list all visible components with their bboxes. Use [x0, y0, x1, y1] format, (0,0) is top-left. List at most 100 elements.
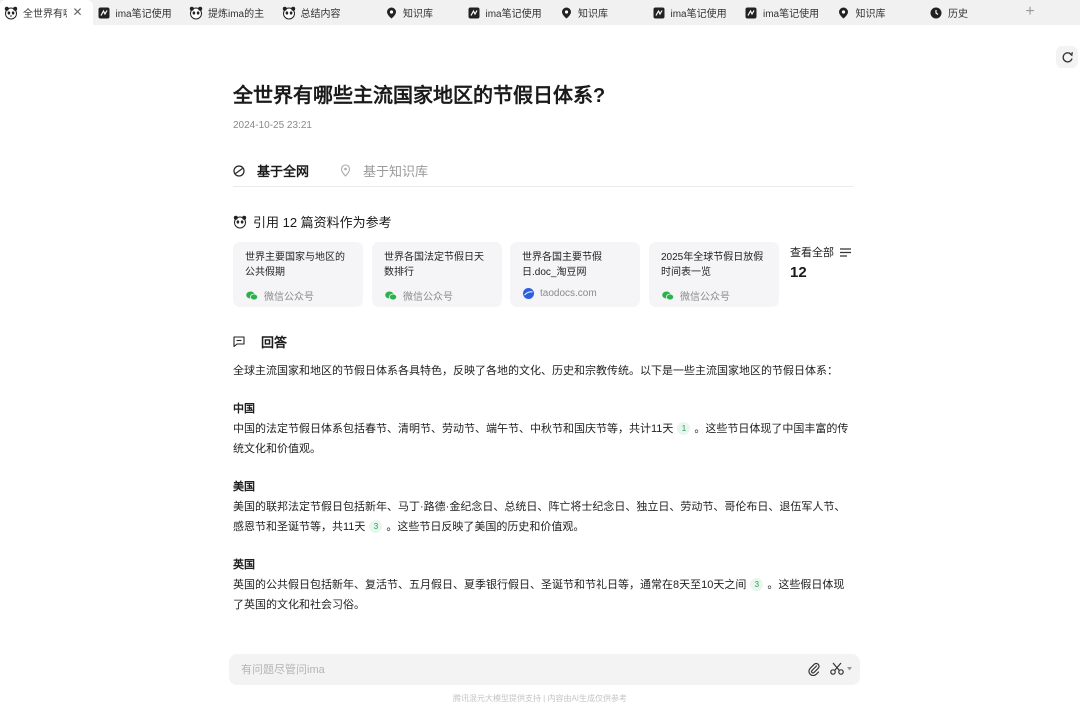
reference-source: taodocs.com: [523, 288, 597, 299]
tab-label: ima笔记使用指南: [485, 9, 542, 20]
references-heading: 引用 12 篇资料作为参考: [233, 212, 392, 231]
tab-kb-label: 基于知识库: [363, 164, 429, 179]
tab-label: 知识库: [403, 9, 433, 20]
tab-web-label: 基于全网: [257, 164, 310, 179]
new-tab-button[interactable]: +: [1022, 3, 1038, 21]
tab-label: ima笔记使用指南: [670, 9, 727, 20]
citation-badge[interactable]: 3: [750, 578, 764, 591]
citation-badge[interactable]: 1: [677, 422, 691, 435]
citation-badge[interactable]: 3: [369, 520, 383, 533]
scissors-button[interactable]: [830, 662, 852, 675]
answer-intro: 全球主流国家和地区的节假日体系各具特色，反映了各地的文化、历史和宗教传统。以下是…: [233, 365, 838, 377]
panda-icon: [282, 6, 296, 20]
tab-label: 总结内容: [300, 9, 341, 20]
tab-label: 知识库: [855, 9, 886, 20]
tab-summary[interactable]: 总结内容: [278, 0, 371, 25]
globe-icon: [233, 164, 251, 177]
reference-source-label: taodocs.com: [540, 288, 597, 299]
view-all-label-row: 查看全部: [790, 244, 853, 260]
refresh-button[interactable]: [1056, 46, 1078, 68]
reference-title: 世界主要国家与地区的公共假期: [245, 252, 345, 278]
reference-source-label: 微信公众号: [403, 292, 453, 303]
scissors-icon: [830, 662, 844, 675]
note-icon: [652, 6, 666, 20]
reference-cards: 世界主要国家与地区的公共假期 微信公众号 世界各国法定节假日天数排行 微信公众号…: [233, 242, 853, 307]
reference-source: 微信公众号: [662, 288, 730, 303]
section-text: 中国的法定节假日体系包括春节、清明节、劳动节、端午节、中秋节和国庆节等，共计11…: [233, 419, 853, 459]
tab-label: ima笔记使用指南: [763, 9, 819, 20]
pin-icon: [384, 6, 398, 20]
section-text-part: 英国的公共假日包括新年、复活节、五月假日、夏季银行假日、圣诞节和节礼日等，通常在…: [233, 579, 747, 591]
pin-icon: [837, 6, 851, 20]
reference-card[interactable]: 世界各国主要节假日.doc_淘豆网 taodocs.com: [510, 242, 640, 307]
pin-icon: [559, 6, 573, 20]
references-heading-text: 引用 12 篇资料作为参考: [253, 215, 392, 230]
panda-icon: [4, 6, 18, 20]
reference-card[interactable]: 世界各国法定节假日天数排行 微信公众号: [372, 242, 502, 307]
section-heading: 中国: [233, 403, 255, 415]
section-text-part: 中国的法定节假日体系包括春节、清明节、劳动节、端午节、中秋节和国庆节等，共计11…: [233, 423, 674, 435]
wechat-icon: [246, 291, 258, 301]
timestamp: 2024-10-25 23:21: [233, 120, 312, 131]
tab-ima-features[interactable]: 提炼ima的主要功能: [185, 0, 278, 25]
note-icon: [97, 6, 111, 20]
tab-label: ima笔记使用指南: [115, 9, 172, 20]
source-tabs: 基于全网 基于知识库: [233, 158, 853, 187]
panda-icon: [189, 6, 203, 20]
answer-heading: 回答: [233, 332, 287, 351]
reference-card[interactable]: 世界主要国家与地区的公共假期 微信公众号: [233, 242, 363, 307]
tab-ima-guide[interactable]: ima笔记使用指南: [93, 0, 186, 25]
tab-knowledge-base[interactable]: 知识库: [370, 0, 463, 25]
tab-label: 提炼ima的主要功能: [208, 9, 264, 20]
reference-source-label: 微信公众号: [680, 292, 730, 303]
tab-ima-guide[interactable]: ima笔记使用指南: [740, 0, 833, 25]
chat-input-bar: [229, 654, 860, 685]
tab-knowledge-base[interactable]: 知识库: [555, 0, 648, 25]
tab-web[interactable]: 基于全网: [233, 161, 309, 180]
list-icon: [840, 247, 851, 257]
reference-title: 世界各国主要节假日.doc_淘豆网: [522, 252, 602, 278]
note-icon: [467, 6, 481, 20]
reference-card[interactable]: 2025年全球节假日放假时间表一览 微信公众号: [649, 242, 779, 307]
section-heading: 英国: [233, 559, 255, 571]
globe-icon: [523, 288, 534, 299]
wechat-icon: [662, 291, 674, 301]
footer-disclaimer: 腾讯混元大模型提供支持 | 内容由AI生成仅供参考: [452, 694, 628, 703]
tab-ima-guide[interactable]: ima笔记使用指南: [463, 0, 556, 25]
tab-ima-guide[interactable]: ima笔记使用指南: [648, 0, 741, 25]
view-all-references[interactable]: 查看全部 12: [790, 244, 853, 281]
answer-body: 全球主流国家和地区的节假日体系各具特色，反映了各地的文化、历史和宗教传统。以下是…: [233, 361, 853, 615]
chevron-down-icon: [847, 666, 852, 671]
reference-source-label: 微信公众号: [264, 292, 314, 303]
section-heading: 美国: [233, 481, 255, 493]
tab-label: 历史: [948, 9, 968, 20]
page-title: 全世界有哪些主流国家地区的节假日体系?: [233, 85, 606, 107]
section-text: 美国的联邦法定节假日包括新年、马丁·路德·金纪念日、总统日、阵亡将士纪念日、独立…: [233, 497, 853, 537]
reference-source: 微信公众号: [385, 288, 453, 303]
tab-history[interactable]: 历史: [925, 0, 1018, 25]
reference-count: 12: [790, 264, 807, 281]
tab-label: 全世界有哪些主流国家地区的节假日体系？: [23, 9, 67, 20]
section-text-part: 。这些节日反映了美国的历史和价值观。: [386, 521, 585, 533]
reference-title: 世界各国法定节假日天数排行: [384, 252, 484, 278]
refresh-icon: [1061, 51, 1074, 64]
close-icon[interactable]: ✕: [72, 5, 82, 19]
note-icon: [744, 6, 758, 20]
section-text: 英国的公共假日包括新年、复活节、五月假日、夏季银行假日、圣诞节和节礼日等，通常在…: [233, 575, 853, 615]
reference-source: 微信公众号: [246, 288, 314, 303]
tab-current-question[interactable]: 全世界有哪些主流国家地区的节假日体系？ ✕: [0, 0, 93, 25]
view-all-label: 查看全部: [790, 247, 834, 259]
tab-knowledge-base[interactable]: 知识库: [833, 0, 926, 25]
answer-heading-text: 回答: [261, 335, 288, 350]
chat-icon: [233, 336, 253, 347]
tab-knowledge-base[interactable]: 基于知识库: [340, 161, 428, 180]
reference-title: 2025年全球节假日放假时间表一览: [661, 252, 764, 278]
tab-label: 知识库: [578, 9, 608, 20]
chat-input[interactable]: [241, 661, 781, 678]
paperclip-icon[interactable]: [808, 662, 820, 676]
tab-bar: 全世界有哪些主流国家地区的节假日体系？ ✕ ima笔记使用指南 提炼ima的主要…: [0, 0, 1080, 25]
clock-icon: [929, 6, 943, 20]
panda-icon: [233, 215, 247, 229]
wechat-icon: [385, 291, 397, 301]
pin-icon: [340, 164, 357, 177]
